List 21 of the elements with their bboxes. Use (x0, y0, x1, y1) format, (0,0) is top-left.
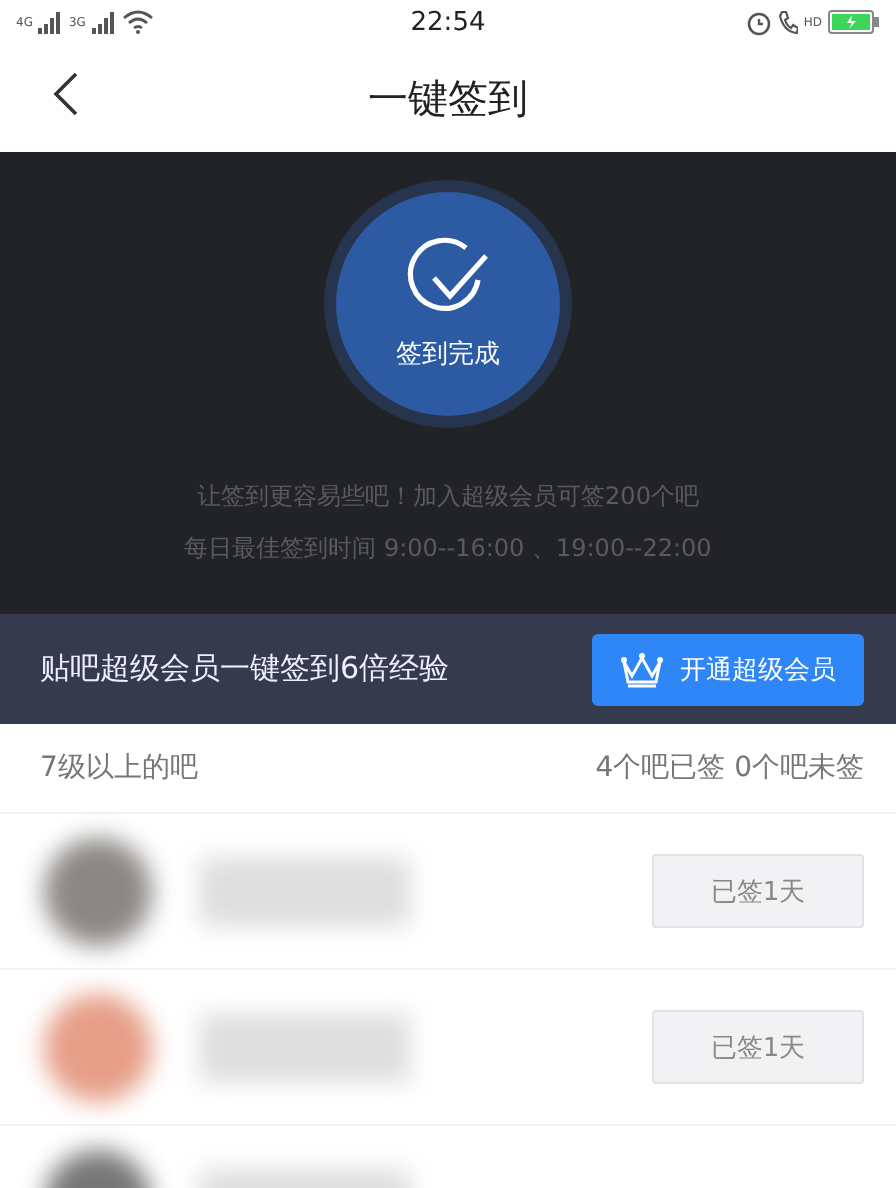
signal-icon (38, 11, 63, 33)
open-vip-button[interactable]: 开通超级会员 (592, 633, 864, 705)
phone-icon (777, 10, 798, 34)
sign-status-text: 签到完成 (396, 338, 500, 372)
signed-days-button[interactable]: 已签1天 (652, 1010, 864, 1084)
crown-icon (620, 651, 664, 687)
alarm-icon (745, 9, 772, 35)
promo-text: 贴吧超级会员一键签到6倍经验 (40, 650, 450, 688)
back-button[interactable] (52, 70, 80, 118)
status-time: 22:54 (410, 7, 486, 37)
sign-summary: 4个吧已签 0个吧未签 (595, 750, 864, 786)
section-title: 7级以上的吧 (40, 750, 198, 786)
page-title: 一键签到 (368, 71, 528, 125)
wifi-icon (121, 10, 154, 34)
info-text: 让签到更容易些吧！加入超级会员可签200个吧 (197, 480, 699, 514)
signed-days-button[interactable]: 已签1天 (652, 854, 864, 928)
info-text: 每日最佳签到时间 9:00--16:00 、19:00--22:00 (184, 532, 712, 566)
battery-icon (828, 10, 880, 34)
blurred-avatar (44, 993, 152, 1101)
blurred-avatar (44, 837, 152, 945)
signal-icon (91, 11, 116, 33)
